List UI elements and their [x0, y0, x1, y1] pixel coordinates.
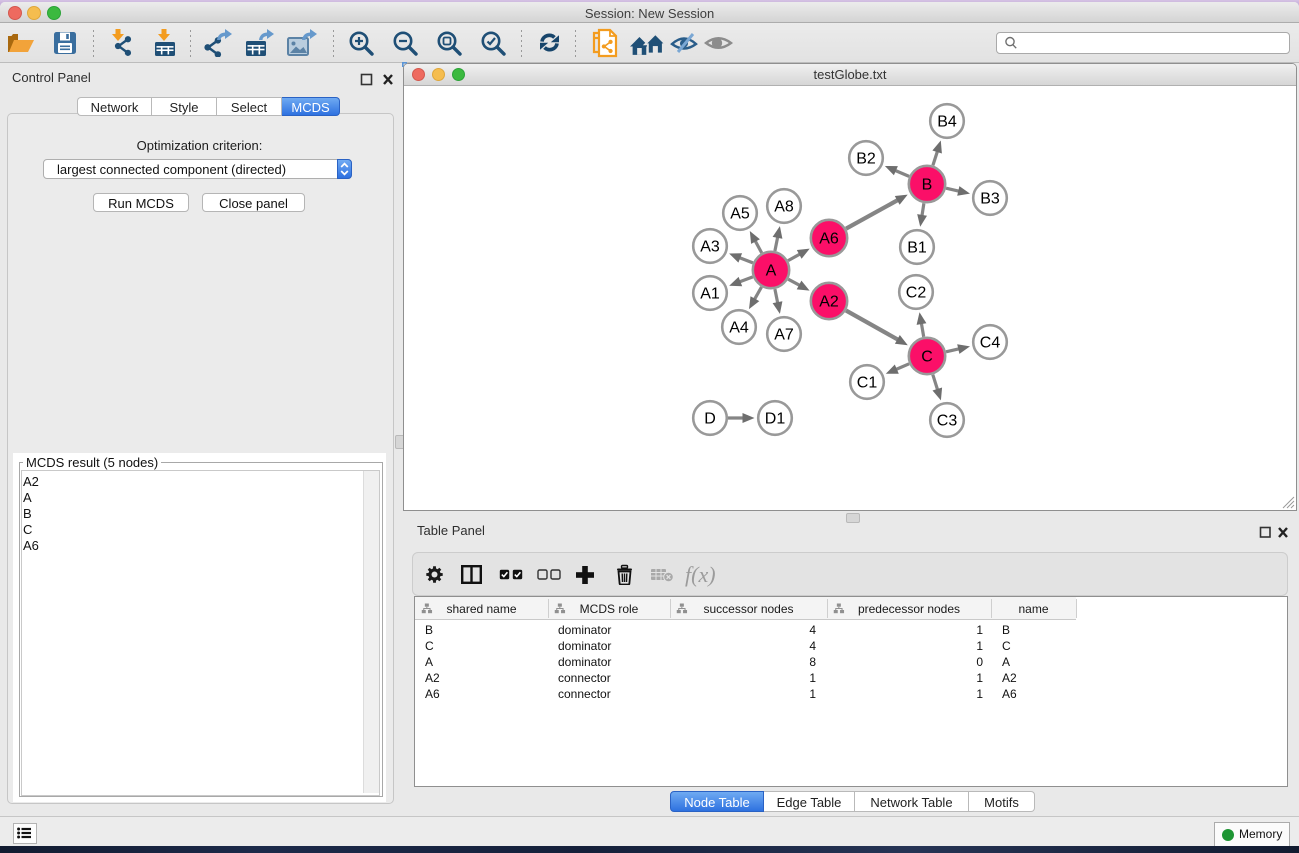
svg-text:B1: B1	[907, 240, 927, 257]
svg-text:B2: B2	[856, 151, 876, 168]
svg-text:C1: C1	[857, 375, 878, 392]
svg-text:A2: A2	[819, 294, 839, 311]
svg-text:A6: A6	[819, 231, 839, 248]
svg-text:A8: A8	[774, 199, 794, 216]
svg-text:D1: D1	[765, 411, 786, 428]
svg-text:B3: B3	[980, 191, 1000, 208]
svg-text:A1: A1	[700, 286, 720, 303]
svg-text:A3: A3	[700, 239, 720, 256]
svg-text:A5: A5	[730, 206, 750, 223]
svg-text:B4: B4	[937, 114, 957, 131]
svg-text:B: B	[922, 177, 933, 194]
svg-text:A4: A4	[729, 320, 749, 337]
svg-text:C: C	[921, 349, 933, 366]
svg-text:C3: C3	[937, 413, 958, 430]
svg-text:D: D	[704, 411, 716, 428]
svg-text:C2: C2	[906, 285, 927, 302]
svg-text:A: A	[766, 263, 777, 280]
svg-text:A7: A7	[774, 327, 794, 344]
svg-text:C4: C4	[980, 335, 1001, 352]
